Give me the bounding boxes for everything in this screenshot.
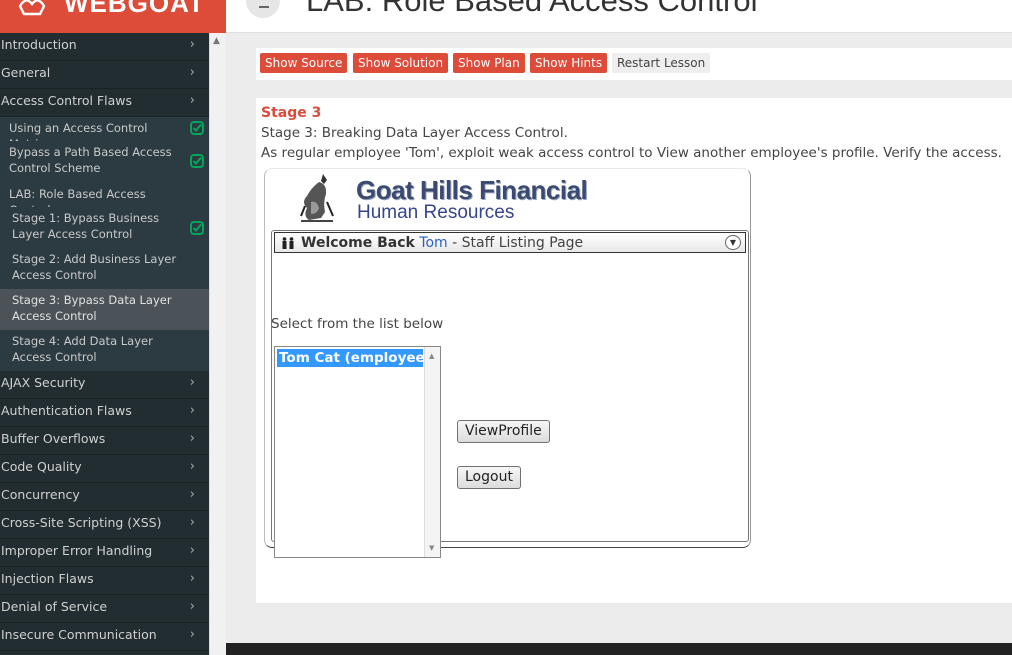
- sidebar-category-label: General: [1, 65, 51, 80]
- stage-instruction: As regular employee 'Tom', exploit weak …: [261, 145, 1002, 161]
- sidebar-lesson-item[interactable]: Using an Access Control Matrix: [0, 117, 209, 151]
- sidebar-category-label: AJAX Security: [1, 375, 86, 390]
- sidebar-category[interactable]: Introduction ›: [0, 33, 209, 61]
- chevron-right-icon: ›: [189, 515, 195, 530]
- stage-description: Stage 3: Breaking Data Layer Access Cont…: [261, 125, 568, 141]
- chevron-right-icon: ›: [189, 487, 195, 502]
- sidebar-item-label: Stage 2: Add Business Layer Access Contr…: [12, 252, 177, 282]
- sidebar-category[interactable]: Buffer Overflows ›: [0, 427, 209, 455]
- sidebar-category[interactable]: AJAX Security ›: [0, 371, 209, 399]
- sidebar-stage-item[interactable]: Stage 4: Add Data Layer Access Control: [0, 330, 209, 371]
- sidebar-toggle-button[interactable]: [246, 0, 280, 18]
- chevron-right-icon: ›: [189, 65, 195, 80]
- people-icon: [282, 237, 294, 249]
- sidebar-item-label: Stage 4: Add Data Layer Access Control: [12, 334, 153, 364]
- scroll-down-icon[interactable]: ▼: [429, 544, 434, 552]
- sidebar-lesson-item[interactable]: LAB: Role Based Access Control: [0, 183, 209, 217]
- show-source-button[interactable]: Show Source: [260, 53, 348, 73]
- sidebar-category-label: Authentication Flaws: [1, 403, 132, 418]
- chevron-right-icon: ›: [189, 403, 195, 418]
- sidebar-category-label: Buffer Overflows: [1, 431, 106, 446]
- lesson-toolbar: Show Source Show Solution Show Plan Show…: [256, 48, 1012, 80]
- menu-icon: [259, 6, 269, 8]
- select-instruction-label: Select from the list below: [271, 316, 444, 332]
- sidebar-category-label: Injection Flaws: [1, 571, 94, 586]
- sidebar-category-label: Code Quality: [1, 459, 82, 474]
- chevron-right-icon: ›: [189, 627, 195, 642]
- show-plan-button[interactable]: Show Plan: [453, 53, 525, 73]
- completed-check-icon: [190, 221, 204, 235]
- sidebar-menu: Introduction › General › Access Control Flaw…: [0, 33, 209, 655]
- listbox-scrollbar[interactable]: ▲ ▼: [424, 347, 440, 557]
- sidebar-category-label: Cross-Site Scripting (XSS): [1, 515, 162, 530]
- completed-check-icon: [190, 121, 204, 135]
- sidebar-category[interactable]: Denial of Service ›: [0, 595, 209, 623]
- sidebar-item-label: Stage 1: Bypass Business Layer Access Co…: [12, 211, 160, 241]
- sidebar-category[interactable]: Concurrency ›: [0, 483, 209, 511]
- top-header: LAB: Role Based Access Control: [226, 0, 1012, 33]
- sidebar-category[interactable]: General ›: [0, 61, 209, 89]
- collapse-chevron-icon[interactable]: ▼: [725, 235, 741, 250]
- logout-button[interactable]: Logout: [457, 466, 521, 489]
- sidebar-category-label: Improper Error Handling: [1, 543, 153, 558]
- sidebar-category[interactable]: Access Control Flaws ›: [0, 89, 209, 117]
- employee-option-selected[interactable]: Tom Cat (employee): [277, 349, 423, 367]
- sidebar-category-label: Insecure Communication: [1, 627, 157, 642]
- sidebar-category[interactable]: Injection Flaws ›: [0, 567, 209, 595]
- welcome-user-name: Tom: [419, 235, 448, 251]
- footer-bar: [226, 643, 1012, 655]
- scroll-up-icon[interactable]: ▲: [213, 36, 220, 46]
- brand-logo[interactable]: WEBGOAT: [0, 0, 226, 33]
- chevron-right-icon: ›: [189, 459, 195, 474]
- chevron-right-icon: ›: [189, 599, 195, 614]
- view-profile-button[interactable]: ViewProfile: [457, 420, 550, 443]
- sidebar-item-label: Bypass a Path Based Access Control Schem…: [9, 145, 172, 175]
- sidebar-stage-item[interactable]: Stage 1: Bypass Business Layer Access Co…: [0, 207, 209, 248]
- employee-listbox[interactable]: Tom Cat (employee) ▲ ▼: [274, 346, 441, 558]
- chevron-right-icon: ›: [189, 543, 195, 558]
- chevron-right-icon: ›: [189, 37, 195, 52]
- sidebar-scrollbar[interactable]: ▲: [209, 33, 226, 655]
- goat-logo-icon: [18, 0, 46, 16]
- chevron-right-icon: ›: [189, 93, 195, 108]
- sidebar-category[interactable]: Cross-Site Scripting (XSS) ›: [0, 511, 209, 539]
- sidebar-stage-item[interactable]: Stage 3: Bypass Data Layer Access Contro…: [0, 289, 209, 330]
- welcome-prefix: Welcome Back: [301, 235, 415, 251]
- sidebar-category-label: Denial of Service: [1, 599, 108, 614]
- sidebar-category[interactable]: Authentication Flaws ›: [0, 399, 209, 427]
- sidebar-category[interactable]: Code Quality ›: [0, 455, 209, 483]
- sidebar-lesson-item[interactable]: Bypass a Path Based Access Control Schem…: [0, 141, 209, 183]
- department-name: Human Resources: [357, 202, 515, 223]
- sidebar-stage-item[interactable]: Stage 2: Add Business Layer Access Contr…: [0, 248, 209, 289]
- chevron-right-icon: ›: [189, 571, 195, 586]
- sidebar-category-label: Concurrency: [1, 487, 80, 502]
- welcome-bar: Welcome Back Tom - Staff Listing Page ▼: [274, 232, 746, 253]
- sidebar-category-label: Introduction: [1, 37, 77, 52]
- welcome-page-suffix: - Staff Listing Page: [447, 235, 584, 251]
- sidebar-category[interactable]: Insecure Communication ›: [0, 623, 209, 651]
- sidebar-category-label: Access Control Flaws: [1, 93, 132, 108]
- sidebar-item-label: Stage 3: Bypass Data Layer Access Contro…: [12, 293, 172, 323]
- stage-title: Stage 3: [261, 105, 322, 121]
- restart-lesson-button[interactable]: Restart Lesson: [612, 53, 711, 73]
- show-solution-button[interactable]: Show Solution: [353, 53, 449, 73]
- page-title: LAB: Role Based Access Control: [306, 0, 758, 18]
- sidebar-category[interactable]: Improper Error Handling ›: [0, 539, 209, 567]
- chevron-right-icon: ›: [189, 375, 195, 390]
- show-hints-button[interactable]: Show Hints: [530, 53, 608, 73]
- brand-name: WEBGOAT: [64, 0, 205, 18]
- scroll-up-icon[interactable]: ▲: [429, 352, 434, 360]
- completed-check-icon: [190, 154, 204, 168]
- chevron-right-icon: ›: [189, 431, 195, 446]
- goat-hills-logo-icon: [300, 174, 334, 222]
